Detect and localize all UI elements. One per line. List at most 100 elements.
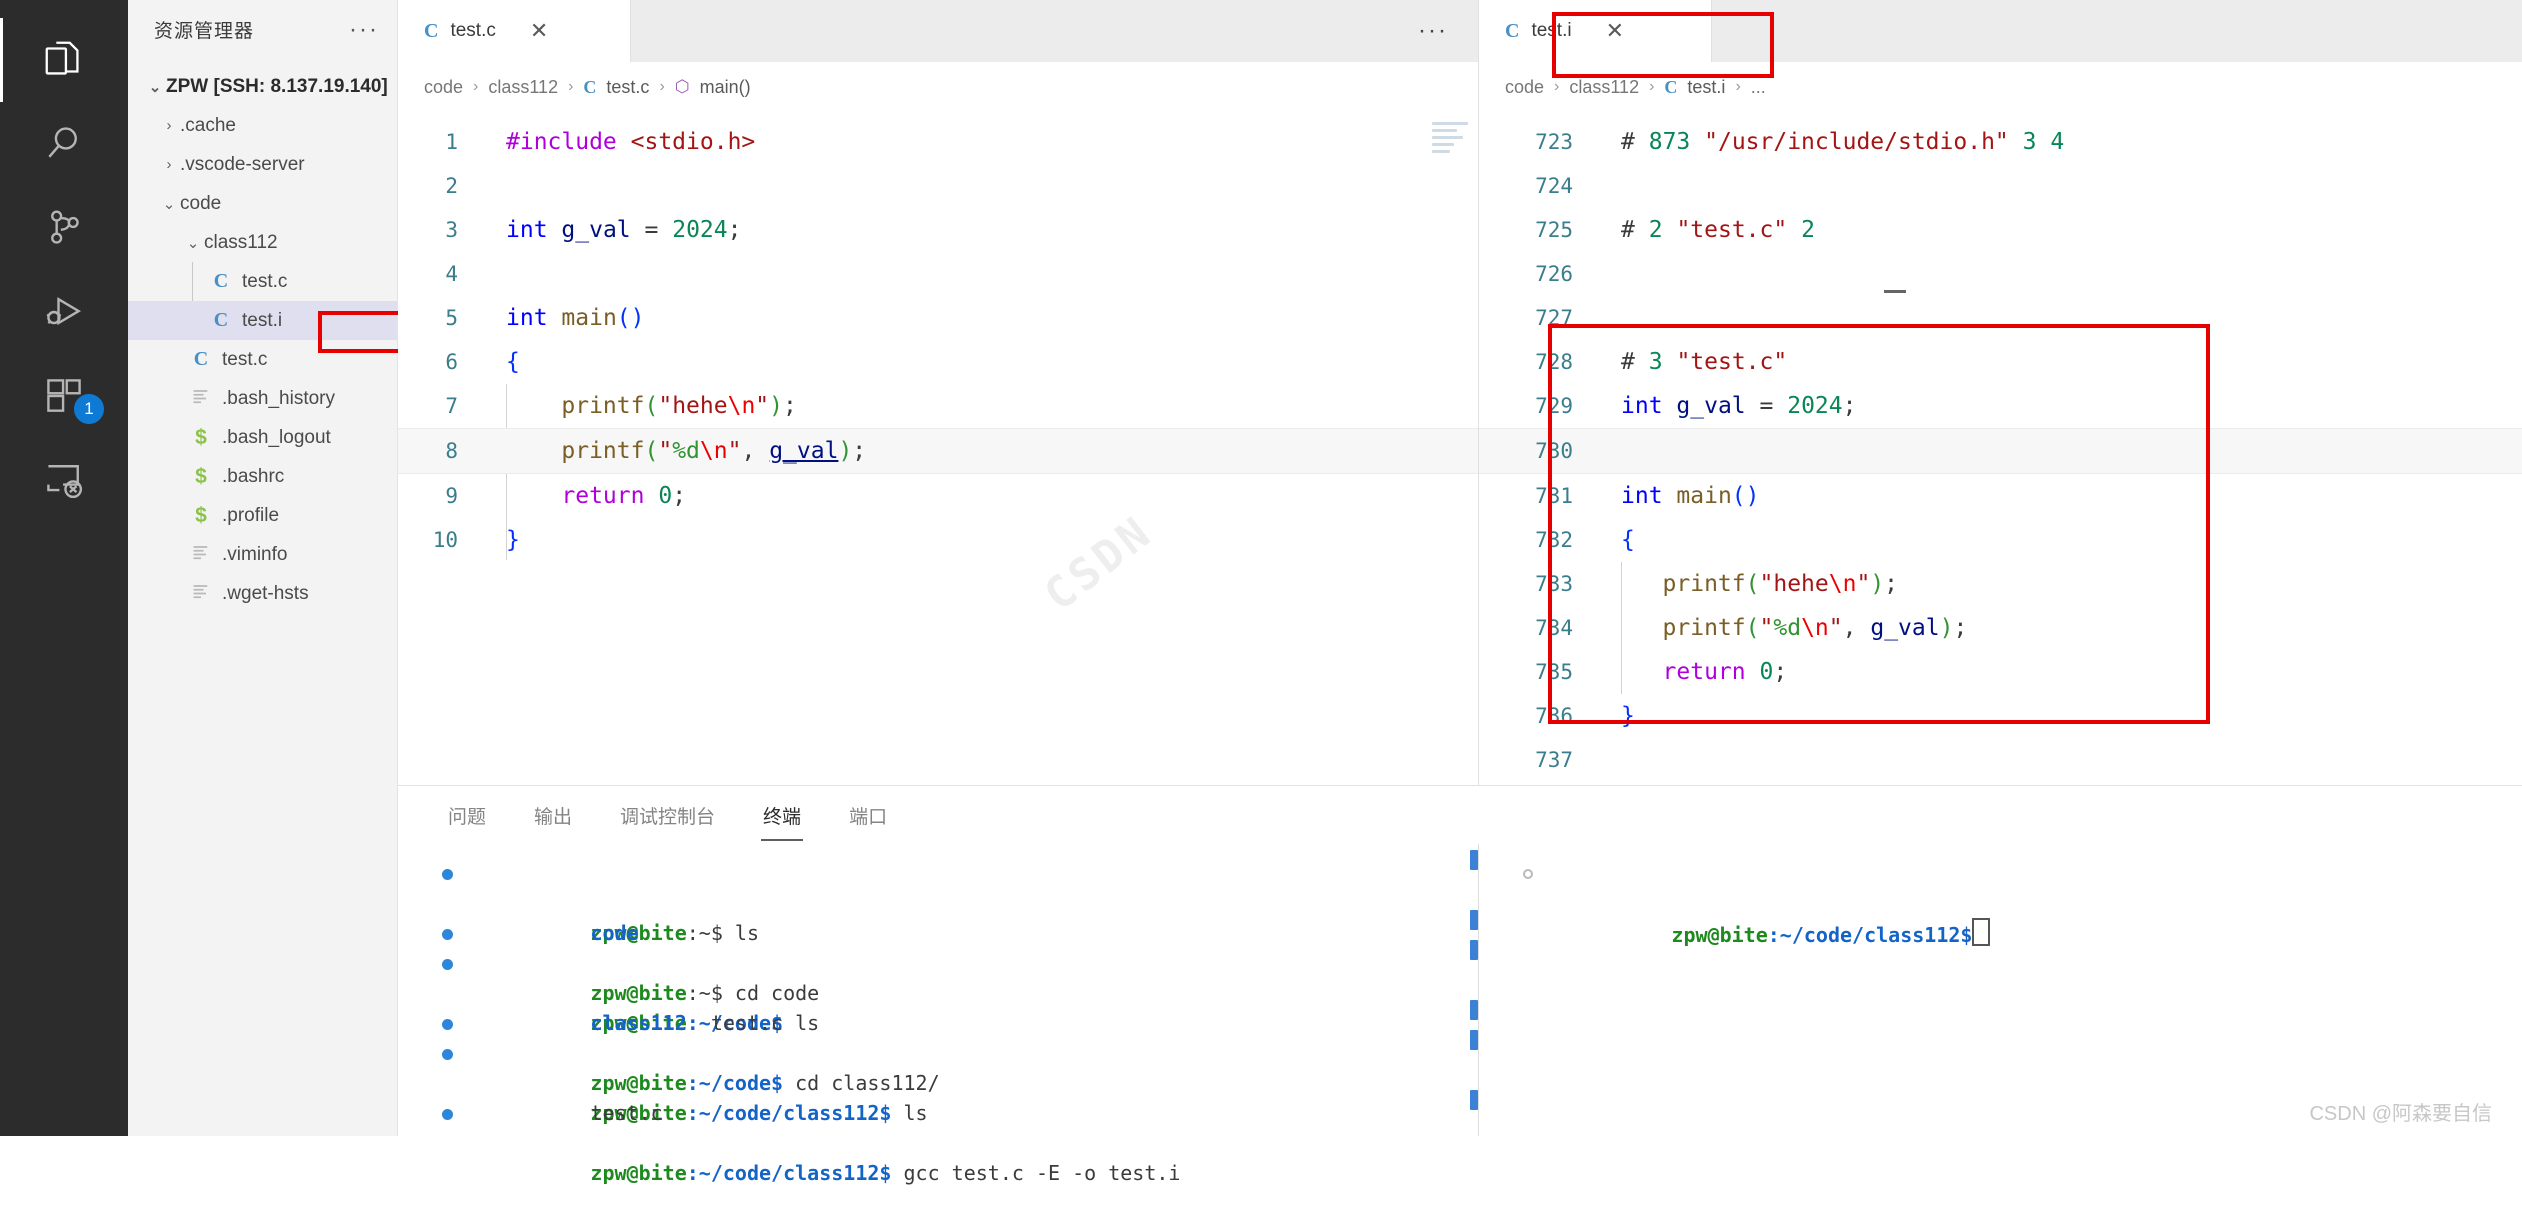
activity-item-extensions[interactable]: 1 xyxy=(0,354,128,438)
terminal-cursor xyxy=(1972,918,1991,946)
tree-item-label: .bash_logout xyxy=(222,426,331,448)
chevron-down-icon: ⌄ xyxy=(162,195,176,213)
tree-item-label: .vscode-server xyxy=(180,153,305,175)
tree-item-cache[interactable]: › .cache xyxy=(128,106,397,145)
breadcrumb-separator-icon: › xyxy=(473,78,479,95)
code-line: 4 xyxy=(398,252,1478,296)
c-file-icon: C xyxy=(213,270,229,292)
terminal-line: test.c xyxy=(442,1068,1478,1125)
tree-item-wget-hsts[interactable]: .wget-hsts xyxy=(128,574,397,613)
tab-debug-console[interactable]: 调试控制台 xyxy=(618,794,717,837)
activity-item-search[interactable] xyxy=(0,102,128,186)
tab-output[interactable]: 输出 xyxy=(532,794,574,837)
line-number: 735 xyxy=(1535,660,1573,684)
breadcrumb-item-class112[interactable]: class112 xyxy=(488,77,558,98)
terminal-command-decorations xyxy=(1470,844,1478,1136)
file-tree: ⌄ ZPW [SSH: 8.137.19.140] › .cache › .vs… xyxy=(128,67,397,613)
c-file-icon: C xyxy=(1664,76,1678,97)
remote-explorer-icon xyxy=(42,458,86,502)
tab-test-i[interactable]: C test.i ✕ xyxy=(1479,0,1712,62)
breadcrumb-item-code[interactable]: code xyxy=(1505,77,1544,98)
chevron-right-icon: › xyxy=(166,117,172,134)
breadcrumb-separator-icon: › xyxy=(568,78,574,95)
tab-label: test.i xyxy=(1531,20,1572,41)
c-file-icon: C xyxy=(1505,19,1520,42)
tree-item-code[interactable]: ⌄ code xyxy=(128,184,397,223)
tree-item-test-i[interactable]: C test.i xyxy=(128,301,397,340)
line-content: printf("%d\n", g_val); xyxy=(561,438,867,464)
code-line: 3 int g_val = 2024; xyxy=(398,208,1478,252)
tree-item-viminfo[interactable]: .viminfo xyxy=(128,535,397,574)
shell-file-icon: $ xyxy=(195,464,207,488)
symbol-function-icon: ⬡ xyxy=(674,77,690,96)
files-icon xyxy=(41,37,87,83)
breadcrumb-item-test-i[interactable]: test.i xyxy=(1687,77,1725,98)
line-content: printf("%d\n", g_val); xyxy=(1662,615,1968,641)
activity-item-remote-explorer[interactable] xyxy=(0,438,128,522)
terminal-line: zpw@bite:~/code/class112$ ls xyxy=(442,1038,1478,1125)
activity-item-explorer[interactable] xyxy=(0,18,128,102)
line-number: 4 xyxy=(445,262,458,286)
breadcrumb-item-ellipsis[interactable]: ... xyxy=(1751,77,1766,98)
terminal-line: zpw@bite:~$ ls xyxy=(442,858,1478,945)
tree-item-bash-history[interactable]: .bash_history xyxy=(128,379,397,418)
tree-item-label: class112 xyxy=(204,231,278,253)
breadcrumb-item-main[interactable]: main() xyxy=(700,77,751,98)
tree-root-zpw[interactable]: ⌄ ZPW [SSH: 8.137.19.140] xyxy=(128,67,397,106)
terminal-line: zpw@bite:~/code/class112$ gcc test.c -E … xyxy=(442,1098,1478,1185)
terminal-line: code xyxy=(442,888,1478,945)
explorer-sidebar: 资源管理器 ··· ⌄ ZPW [SSH: 8.137.19.140] › .c… xyxy=(128,0,440,1136)
line-number: 10 xyxy=(432,528,458,552)
tab-ports[interactable]: 端口 xyxy=(847,794,889,837)
code-line: 728 # 3 "test.c" xyxy=(1479,340,2522,384)
breadcrumb-item-class112[interactable]: class112 xyxy=(1569,77,1639,98)
line-content: printf("hehe\n"); xyxy=(1662,571,1899,597)
breadcrumb-item-code[interactable]: code xyxy=(424,77,463,98)
tree-item-label: .bashrc xyxy=(222,465,285,487)
editor-splitter-handle[interactable] xyxy=(1884,290,1906,293)
tree-item-class112[interactable]: ⌄ class112 xyxy=(128,223,397,262)
line-number: 8 xyxy=(445,439,458,463)
text-file-icon xyxy=(188,542,214,568)
vscode-window: 1 资源管理器 ··· ⌄ ZPW [SSH: 8.137.19.140] › … xyxy=(0,0,2522,1185)
tab-test-c[interactable]: C test.c ✕ xyxy=(398,0,631,62)
activity-item-source-control[interactable] xyxy=(0,186,128,270)
code-line: 734 printf("%d\n", g_val); xyxy=(1479,606,2522,650)
command-status-icon xyxy=(442,929,453,940)
tree-item-label: .wget-hsts xyxy=(222,582,309,604)
line-number: 725 xyxy=(1535,218,1573,242)
close-icon[interactable]: ✕ xyxy=(530,18,548,44)
terminal-left[interactable]: zpw@bite:~$ ls code zpw@bite:~$ cd code … xyxy=(398,844,1478,1185)
terminal-right[interactable]: zpw@bite:~/code/class112$ xyxy=(1478,844,2522,1136)
tabbar-right: C test.i ✕ xyxy=(1479,0,2522,62)
breadcrumb-item-test-c[interactable]: test.c xyxy=(606,77,649,98)
line-number: 9 xyxy=(445,484,458,508)
bottom-panel: 问题 输出 调试控制台 终端 端口 zpw@bite:~$ ls code zp… xyxy=(398,785,2522,1185)
editor-actions-more[interactable]: ··· xyxy=(1418,0,1478,62)
tab-terminal[interactable]: 终端 xyxy=(761,794,804,841)
tree-item-profile[interactable]: $ .profile xyxy=(128,496,397,535)
tree-item-vscode-server[interactable]: › .vscode-server xyxy=(128,145,397,184)
terminal-command: gcc test.c -E -o test.i xyxy=(891,1161,1181,1185)
tree-item-bash-logout[interactable]: $ .bash_logout xyxy=(128,418,397,457)
sidebar-title: 资源管理器 xyxy=(154,21,255,42)
tree-item-bashrc[interactable]: $ .bashrc xyxy=(128,457,397,496)
close-icon[interactable]: ✕ xyxy=(1606,18,1624,44)
tree-item-label: .cache xyxy=(180,114,236,136)
activity-item-run-and-debug[interactable] xyxy=(0,270,128,354)
tree-item-test-c-code[interactable]: C test.c xyxy=(128,340,397,379)
line-number: 729 xyxy=(1535,394,1573,418)
code-line: 726 xyxy=(1479,252,2522,296)
code-line: 9 return 0; xyxy=(398,474,1478,518)
tab-problems[interactable]: 问题 xyxy=(446,794,488,837)
sidebar-more-actions[interactable]: ··· xyxy=(349,17,379,41)
breadcrumb-separator-icon: › xyxy=(1649,78,1655,95)
shell-file-icon: $ xyxy=(195,425,207,449)
c-file-icon: C xyxy=(193,348,209,370)
line-number: 730 xyxy=(1535,439,1573,463)
tree-item-test-c-class112[interactable]: C test.c xyxy=(128,262,397,301)
source-control-icon xyxy=(42,206,86,250)
line-number: 724 xyxy=(1535,174,1573,198)
text-file-icon xyxy=(188,581,214,607)
command-status-icon xyxy=(442,959,453,970)
